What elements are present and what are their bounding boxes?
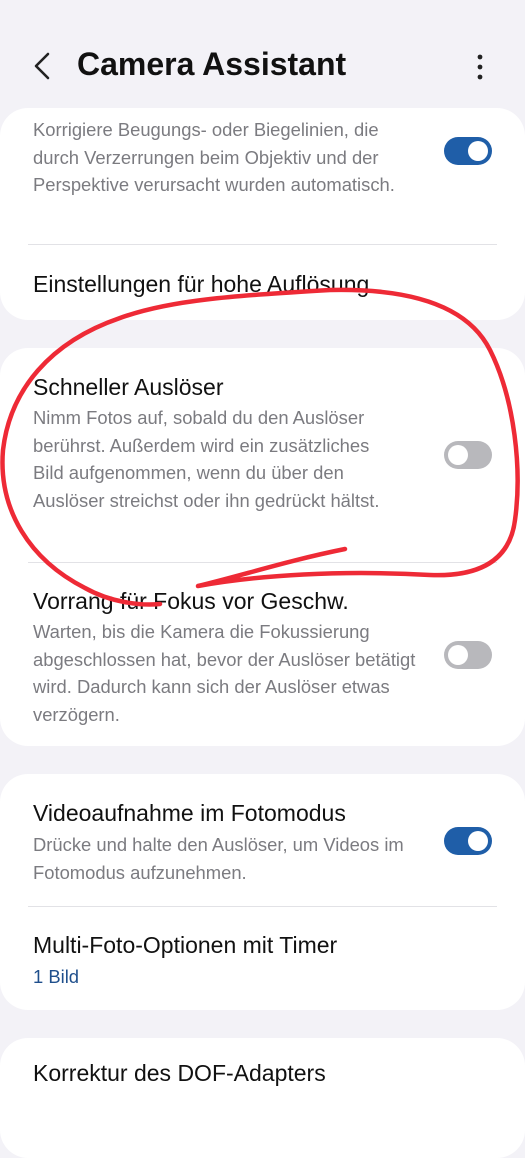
dof-adapter-title: Korrektur des DOF-Adapters — [33, 1060, 326, 1086]
video-in-photo-row[interactable]: Videoaufnahme im Fotomodus Drücke und ha… — [0, 774, 525, 906]
more-options-button[interactable] — [470, 50, 490, 84]
chevron-left-icon — [34, 52, 50, 80]
focus-priority-toggle[interactable] — [444, 641, 492, 669]
toggle-knob — [468, 141, 488, 161]
dof-adapter-row[interactable]: Korrektur des DOF-Adapters — [0, 1038, 525, 1128]
quick-shutter-title: Schneller Auslöser — [33, 374, 224, 400]
header: Camera Assistant — [0, 0, 525, 110]
toggle-knob — [448, 645, 468, 665]
more-vertical-icon — [477, 54, 483, 80]
focus-priority-description: Warten, bis die Kamera die Fokussierung … — [33, 621, 416, 725]
multi-photo-timer-row[interactable]: Multi-Foto-Optionen mit Timer 1 Bild — [0, 907, 525, 1010]
page-title: Camera Assistant — [77, 46, 347, 82]
back-button[interactable] — [28, 48, 58, 84]
toggle-knob — [448, 445, 468, 465]
lens-correction-toggle[interactable] — [444, 137, 492, 165]
video-in-photo-toggle[interactable] — [444, 827, 492, 855]
quick-shutter-description: Nimm Fotos auf, sobald du den Auslöser b… — [33, 407, 380, 511]
settings-card-lens: Korrigiere Beugungs- oder Biegelinien, d… — [0, 108, 525, 320]
lens-correction-description: Korrigiere Beugungs- oder Biegelinien, d… — [33, 119, 395, 196]
high-res-settings-row[interactable]: Einstellungen für hohe Auflösung — [0, 245, 525, 320]
focus-priority-title: Vorrang für Fokus vor Geschw. — [33, 588, 349, 614]
quick-shutter-row[interactable]: Schneller Auslöser Nimm Fotos auf, sobal… — [0, 348, 525, 562]
toggle-knob — [468, 831, 488, 851]
quick-shutter-toggle[interactable] — [444, 441, 492, 469]
lens-correction-row[interactable]: Korrigiere Beugungs- oder Biegelinien, d… — [0, 108, 525, 244]
focus-priority-row[interactable]: Vorrang für Fokus vor Geschw. Warten, bi… — [0, 563, 525, 746]
high-res-settings-title: Einstellungen für hohe Auflösung — [33, 271, 370, 297]
multi-photo-timer-value: 1 Bild — [33, 966, 80, 987]
settings-card-shutter: Schneller Auslöser Nimm Fotos auf, sobal… — [0, 348, 525, 746]
multi-photo-timer-title: Multi-Foto-Optionen mit Timer — [33, 932, 338, 958]
video-in-photo-title: Videoaufnahme im Fotomodus — [33, 800, 346, 826]
settings-card-dof: Korrektur des DOF-Adapters — [0, 1038, 525, 1158]
video-in-photo-description: Drücke und halte den Auslöser, um Videos… — [33, 834, 404, 883]
settings-card-video: Videoaufnahme im Fotomodus Drücke und ha… — [0, 774, 525, 1010]
